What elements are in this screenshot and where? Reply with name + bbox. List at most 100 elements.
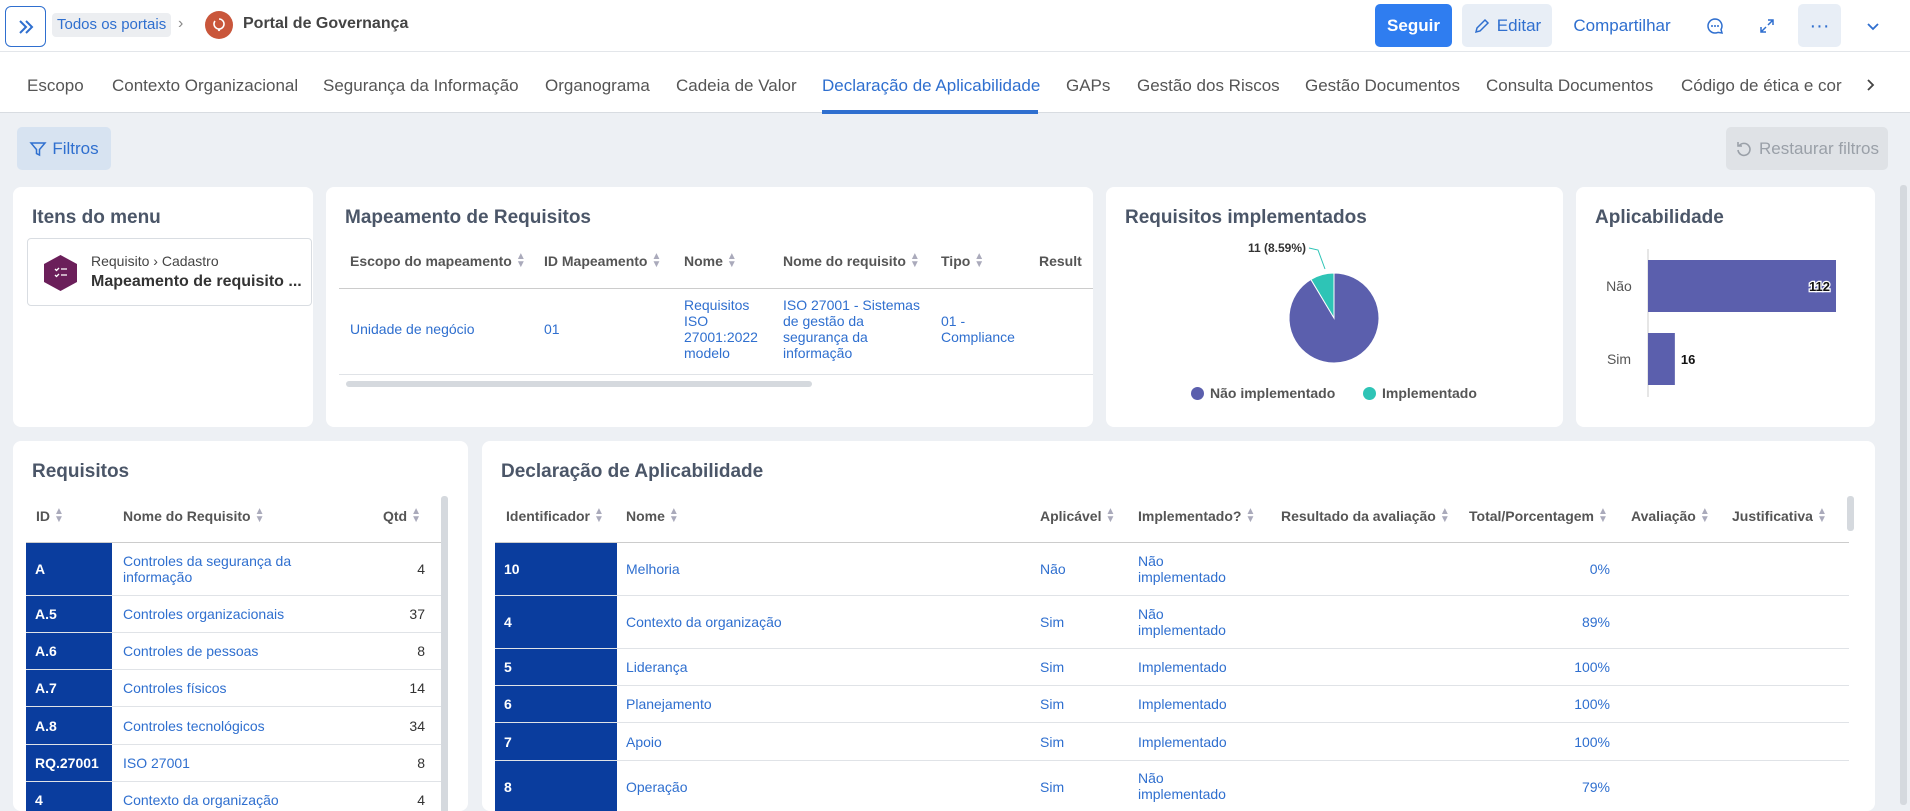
legend-item-implementado[interactable]: Implementado xyxy=(1363,385,1477,401)
tab-codigo-etica[interactable]: Código de ética e cor xyxy=(1681,76,1853,96)
row-implemented: Implementado xyxy=(1138,733,1227,750)
filters-label: Filtros xyxy=(52,138,99,158)
mapping-id[interactable]: 01 xyxy=(544,321,560,337)
column-header-label: Justificativa xyxy=(1732,508,1813,524)
column-header[interactable]: Tipo ▲ ▼ xyxy=(941,252,984,270)
mapping-type[interactable]: 01 - Compliance xyxy=(941,313,1031,345)
column-header-label: Resultado da avaliação xyxy=(1281,508,1436,524)
legend-item-nao-implementado[interactable]: Não implementado xyxy=(1191,385,1335,401)
tab-consulta-documentos[interactable]: Consulta Documentos xyxy=(1486,76,1653,96)
mapping-name[interactable]: Requisitos ISO 27001:2022 modelo xyxy=(684,297,769,361)
row-implemented: Não implementado xyxy=(1138,770,1226,802)
menu-item-mapeamento[interactable]: Requisito › Cadastro Mapeamento de requi… xyxy=(27,238,312,306)
horizontal-scrollbar[interactable] xyxy=(346,381,812,387)
row-applicable: Não xyxy=(1040,561,1066,577)
row-id: A xyxy=(26,543,112,595)
tab-bar: Escopo Contexto Organizacional Segurança… xyxy=(0,52,1910,114)
row-name[interactable]: Contexto da organização xyxy=(123,792,333,811)
tab-declaracao-aplicabilidade[interactable]: Declaração de Aplicabilidade xyxy=(822,76,1040,96)
column-header-label: ID Mapeamento xyxy=(544,253,648,269)
row-total: 0% xyxy=(1589,561,1610,577)
row-name[interactable]: Controles de pessoas xyxy=(123,633,333,669)
column-header-label: Qtd xyxy=(383,508,408,524)
tab-organograma[interactable]: Organograma xyxy=(545,76,650,96)
column-header-label: Tipo xyxy=(941,253,971,269)
column-header-qtd[interactable]: Qtd ▲ ▼ xyxy=(383,507,421,525)
sort-icon: ▲ ▼ xyxy=(1816,506,1827,525)
column-header-id[interactable]: ID ▲ ▼ xyxy=(36,507,64,525)
row-applicable: Sim xyxy=(1040,779,1065,795)
vertical-scrollbar[interactable] xyxy=(441,496,448,811)
reset-icon xyxy=(1737,141,1751,156)
column-header-justificativa[interactable]: Justificativa ▲ ▼ xyxy=(1732,506,1827,525)
sort-icon: ▲ ▼ xyxy=(1699,506,1710,525)
filters-button[interactable]: Filtros xyxy=(17,127,111,170)
column-header-total[interactable]: Total/Porcentagem ▲ ▼ xyxy=(1469,506,1608,525)
bar-não[interactable] xyxy=(1648,260,1836,312)
expand-sidebar-button[interactable] xyxy=(5,6,46,47)
comment-button[interactable] xyxy=(1693,4,1736,47)
column-header-resultado[interactable]: Resultado da avaliação ▲ ▼ xyxy=(1281,507,1450,525)
column-header-nome[interactable]: Nome ▲ ▼ xyxy=(626,507,679,525)
row-name[interactable]: ISO 27001 xyxy=(123,745,333,781)
column-header-label: Avaliação xyxy=(1631,508,1696,524)
row-id: 7 xyxy=(495,723,617,760)
tab-cadeia-valor[interactable]: Cadeia de Valor xyxy=(676,76,797,96)
row-id: 10 xyxy=(495,543,617,595)
restore-filters-button[interactable]: Restaurar filtros xyxy=(1726,127,1888,170)
row-total: 100% xyxy=(1574,659,1610,675)
vertical-scrollbar[interactable] xyxy=(1847,496,1854,531)
sort-icon: ▲ ▼ xyxy=(515,251,526,270)
row-name[interactable]: Liderança xyxy=(626,649,1026,685)
column-header-implementado[interactable]: Implementado? ▲ ▼ xyxy=(1138,507,1255,525)
breadcrumb-all-portals[interactable]: Todos os portais xyxy=(52,13,172,37)
tabs-scroll-right-button[interactable] xyxy=(1855,70,1885,100)
row-name[interactable]: Melhoria xyxy=(626,543,1026,595)
column-header-avaliacao[interactable]: Avaliação ▲ ▼ xyxy=(1631,506,1710,525)
requirements-card: Requisitos ID ▲ ▼ Nome do Requisito ▲ ▼ Qtd ▲… xyxy=(13,441,468,811)
mapping-title: Mapeamento de Requisitos xyxy=(345,207,591,228)
row-name[interactable]: Apoio xyxy=(626,723,1026,760)
row-name[interactable]: Controles físicos xyxy=(123,670,333,706)
column-header[interactable]: Nome do requisito ▲ ▼ xyxy=(783,252,920,270)
legend-swatch xyxy=(1363,386,1376,400)
row-name[interactable]: Operação xyxy=(626,761,1026,811)
mapping-scope[interactable]: Unidade de negócio xyxy=(350,321,475,337)
edit-button[interactable]: Editar xyxy=(1462,4,1552,47)
tab-gaps[interactable]: GAPs xyxy=(1066,76,1110,96)
follow-button[interactable]: Seguir xyxy=(1375,4,1452,47)
page-scrollbar[interactable] xyxy=(1900,185,1907,805)
tab-gestao-documentos[interactable]: Gestão Documentos xyxy=(1305,76,1460,96)
share-button[interactable]: Compartilhar xyxy=(1567,4,1677,47)
tab-seguranca-informacao[interactable]: Segurança da Informação xyxy=(323,76,519,96)
column-header-label: Nome xyxy=(626,508,665,524)
fullscreen-button[interactable] xyxy=(1745,4,1788,47)
row-divider xyxy=(339,374,1093,375)
mapping-requirement-name[interactable]: ISO 27001 - Sistemas de gestão da segura… xyxy=(783,297,923,361)
restore-filters-label: Restaurar filtros xyxy=(1759,138,1879,158)
column-header-aplicavel[interactable]: Aplicável ▲ ▼ xyxy=(1040,506,1116,525)
tab-gestao-riscos[interactable]: Gestão dos Riscos xyxy=(1137,76,1280,96)
row-id: 4 xyxy=(26,782,112,811)
column-header[interactable]: Nome ▲ ▼ xyxy=(684,252,737,270)
column-header[interactable]: Escopo do mapeamento ▲ ▼ xyxy=(350,251,526,270)
sort-icon: ▲ ▼ xyxy=(1598,506,1608,525)
tab-escopo[interactable]: Escopo xyxy=(27,76,84,96)
column-header[interactable]: ID Mapeamento ▲ ▼ xyxy=(544,252,661,270)
sort-icon: ▲ ▼ xyxy=(1105,506,1116,525)
row-total: 89% xyxy=(1581,614,1610,630)
column-header-name[interactable]: Nome do Requisito ▲ ▼ xyxy=(123,507,264,525)
row-name[interactable]: Controles organizacionais xyxy=(123,596,333,632)
collapse-header-button[interactable] xyxy=(1851,4,1894,47)
row-name[interactable]: Planejamento xyxy=(626,686,1026,722)
row-name[interactable]: Contexto da organização xyxy=(626,596,1026,648)
column-header-identificador[interactable]: Identificador ▲ ▼ xyxy=(506,507,604,525)
tab-contexto-organizacional[interactable]: Contexto Organizacional xyxy=(112,76,298,96)
column-header[interactable]: Result xyxy=(1039,253,1082,269)
more-options-button[interactable]: ··· xyxy=(1798,4,1841,47)
row-name[interactable]: Controles da segurança da informação xyxy=(123,543,333,595)
row-name[interactable]: Controles tecnológicos xyxy=(123,707,333,744)
row-id: RQ.27001 xyxy=(26,745,112,781)
bar-sim[interactable] xyxy=(1648,333,1675,385)
row-qtd: 14 xyxy=(409,680,425,696)
